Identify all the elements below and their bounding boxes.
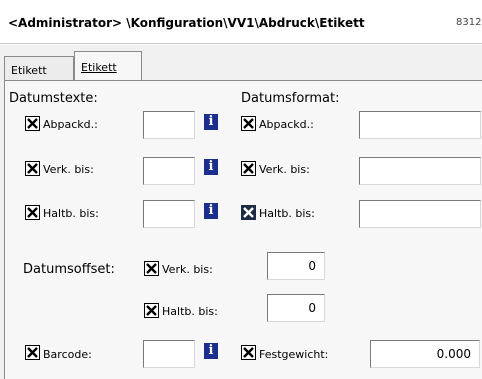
etikett-panel: Datumstexte: Datumsformat: Abpackd.: i V… (4, 80, 482, 379)
label-datumsformat-haltb-bis: Haltb. bis: (259, 207, 315, 220)
label-datumstexte-abpackd: Abpackd.: (43, 118, 98, 131)
checkbox-datumstexte-abpackd[interactable] (25, 116, 40, 131)
label-datumsformat-verk-bis: Verk. bis: (259, 163, 310, 176)
title-bar: <Administrator> \Konfiguration\VV1\Abdru… (0, 0, 482, 44)
checkmark-icon (243, 118, 254, 129)
tab-label: Etikett (81, 61, 117, 74)
checkmark-icon (27, 118, 38, 129)
checkmark-icon (243, 347, 254, 358)
info-icon[interactable]: i (204, 343, 218, 359)
datumstexte-haltb-bis-field[interactable] (143, 200, 195, 228)
checkmark-icon (27, 207, 38, 218)
label-datumsformat-abpackd: Abpackd.: (259, 118, 314, 131)
checkbox-barcode[interactable] (25, 345, 40, 360)
label-festgewicht: Festgewicht: (259, 348, 329, 361)
info-icon[interactable]: i (204, 203, 218, 219)
festgewicht-field[interactable]: 0.000 (370, 340, 480, 368)
datumsformat-header: Datumsformat: (241, 91, 340, 106)
datumsformat-haltb-bis-field[interactable] (359, 200, 481, 228)
checkmark-icon (146, 305, 157, 316)
datumsoffset-haltb-bis-field[interactable]: 0 (267, 294, 325, 322)
datumstexte-header: Datumstexte: (9, 91, 98, 106)
checkmark-icon (27, 163, 38, 174)
label-datumsoffset-verk-bis: Verk. bis: (162, 263, 213, 276)
checkmark-icon (146, 263, 157, 274)
tab-etikett-1[interactable]: Etikett (4, 56, 74, 80)
datumstexte-abpackd-field[interactable] (143, 111, 195, 139)
tab-area: Etikett Etikett Datumstexte: Datumsforma… (0, 45, 482, 379)
tab-etikett-2[interactable]: Etikett (74, 51, 142, 81)
checkbox-festgewicht[interactable] (241, 345, 256, 360)
label-barcode: Barcode: (43, 348, 92, 361)
info-icon[interactable]: i (204, 114, 218, 130)
checkbox-datumsoffset-haltb-bis[interactable] (144, 303, 159, 318)
checkbox-datumstexte-verk-bis[interactable] (25, 161, 40, 176)
checkmark-icon (243, 163, 254, 174)
datumsformat-verk-bis-field[interactable] (359, 157, 481, 185)
checkbox-datumsoffset-verk-bis[interactable] (144, 261, 159, 276)
checkbox-datumstexte-haltb-bis[interactable] (25, 205, 40, 220)
checkbox-datumsformat-verk-bis[interactable] (241, 161, 256, 176)
datumsformat-abpackd-field[interactable] (359, 111, 481, 139)
label-datumsoffset-haltb-bis: Haltb. bis: (162, 305, 218, 318)
barcode-field[interactable] (143, 340, 195, 368)
checkmark-icon (243, 207, 254, 218)
checkmark-icon (27, 347, 38, 358)
label-datumstexte-verk-bis: Verk. bis: (43, 163, 94, 176)
label-datumstexte-haltb-bis: Haltb. bis: (43, 207, 99, 220)
info-icon[interactable]: i (204, 159, 218, 175)
record-number: 8312 (456, 17, 482, 28)
checkbox-datumsformat-abpackd[interactable] (241, 116, 256, 131)
datumstexte-verk-bis-field[interactable] (143, 157, 195, 185)
checkbox-datumsformat-haltb-bis[interactable] (241, 205, 256, 220)
tab-label: Etikett (11, 64, 47, 77)
breadcrumb-path: <Administrator> \Konfiguration\VV1\Abdru… (8, 16, 365, 30)
datumsoffset-verk-bis-field[interactable]: 0 (267, 252, 325, 280)
datumsoffset-label: Datumsoffset: (23, 262, 115, 277)
